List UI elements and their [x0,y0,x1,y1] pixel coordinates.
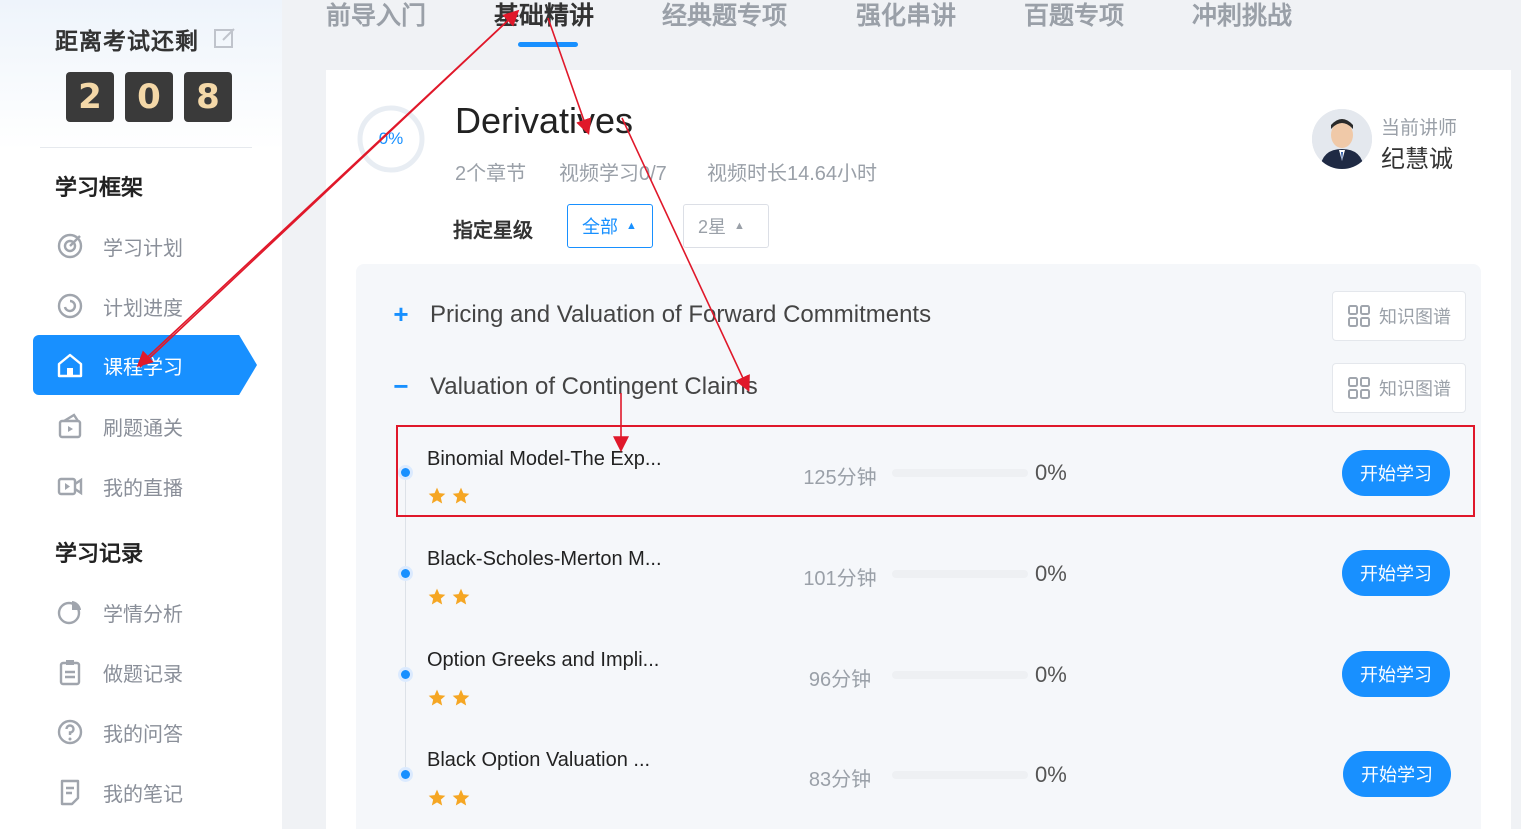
caret-up-icon: ▲ [734,220,745,232]
sidebar-item-label: 我的笔记 [103,783,183,806]
lesson-stars [427,587,471,612]
countdown-digit: 0 [125,72,173,122]
video-duration: 视频时长14.64小时 [707,163,878,185]
sidebar-item-live[interactable]: 我的直播 [33,456,257,516]
question-icon [55,717,85,747]
lesson-progress-bar [892,671,1028,679]
section-title-framework: 学习框架 [55,175,144,200]
edit-icon[interactable] [213,26,237,50]
section-title-records: 学习记录 [55,541,144,566]
caret-up-icon: ▲ [626,220,637,232]
home-icon [55,350,85,380]
clipboard-icon [55,657,85,687]
filter-label: 2星 [698,217,727,237]
sidebar-item-study-plan[interactable]: 学习计划 [33,216,257,276]
chapter-title[interactable]: Pricing and Valuation of Forward Commitm… [430,301,931,329]
target-icon [55,231,85,261]
lesson-timeline [405,472,406,777]
grid-icon [1348,305,1370,327]
teacher-avatar [1312,109,1372,169]
lesson-stars [427,788,471,813]
star-icon [451,788,471,813]
grid-icon [1348,377,1370,399]
teacher-label: 当前讲师 [1381,118,1458,139]
sidebar-item-label: 我的问答 [103,723,183,746]
star-icon [427,788,447,813]
sidebar-divider [40,147,252,148]
countdown-digit: 8 [184,72,232,122]
sidebar-item-label: 做题记录 [103,663,183,686]
sidebar-item-analysis[interactable]: 学情分析 [33,582,257,642]
countdown-digit: 2 [66,72,114,122]
knowledge-graph-label: 知识图谱 [1379,379,1451,399]
chapters-count: 2个章节 [455,163,527,185]
countdown-title: 距离考试还剩 [55,28,199,54]
lesson-stars [427,688,471,713]
sidebar-item-qa[interactable]: 我的问答 [33,702,257,762]
sidebar: 距离考试还剩 2 0 8 学习框架 学习计划 计划进度 课程学习 刷题通关 我的… [0,0,282,829]
filter-all[interactable]: 全部 ▲ [567,204,653,248]
lesson-title[interactable]: Black Option Valuation ... [427,749,650,772]
sidebar-item-label: 刷题通关 [103,417,183,440]
expand-icon[interactable]: + [389,299,413,330]
annotation-highlight-box [396,425,1475,517]
lesson-duration: 83分钟 [808,769,872,791]
lesson-duration: 96分钟 [808,669,872,691]
tab-foundation[interactable]: 基础精讲 [494,0,594,32]
sidebar-item-plan-progress[interactable]: 计划进度 [33,276,257,336]
star-icon [451,587,471,612]
tab-hundred-questions[interactable]: 百题专项 [1024,0,1124,32]
practice-icon [55,411,85,441]
sidebar-item-label: 课程学习 [103,356,183,379]
knowledge-graph-label: 知识图谱 [1379,307,1451,327]
lesson-dot [401,670,410,679]
lesson-title[interactable]: Option Greeks and Impli... [427,649,659,672]
sidebar-item-practice[interactable]: 刷题通关 [33,396,257,456]
filter-label: 全部 [582,217,618,237]
active-tab-indicator [518,42,578,47]
video-icon [55,471,85,501]
sidebar-item-label: 学情分析 [103,603,183,626]
tab-intensive-review[interactable]: 强化串讲 [856,0,956,32]
tab-classic-questions[interactable]: 经典题专项 [662,0,787,32]
tab-sprint[interactable]: 冲刺挑战 [1192,0,1292,32]
sidebar-item-label: 计划进度 [103,297,183,320]
countdown-digits: 2 0 8 [66,72,232,122]
lesson-dot [401,770,410,779]
start-learning-button[interactable]: 开始学习 [1343,751,1451,797]
start-learning-button[interactable]: 开始学习 [1342,550,1450,596]
lesson-percent: 0% [1035,762,1067,787]
star-icon [427,587,447,612]
lesson-title[interactable]: Black-Scholes-Merton M... [427,548,662,571]
course-title: Derivatives [455,100,634,141]
progress-circle-icon [55,291,85,321]
chapter-panel [356,264,1481,829]
video-progress: 视频学习0/7 [559,163,667,185]
lesson-progress-bar [892,570,1028,578]
sidebar-item-label: 我的直播 [103,477,183,500]
star-icon [427,688,447,713]
sidebar-item-label: 学习计划 [103,237,183,260]
tab-intro[interactable]: 前导入门 [326,0,426,32]
collapse-icon[interactable]: − [389,371,413,402]
sidebar-item-notes[interactable]: 我的笔记 [33,762,257,822]
notes-icon [55,777,85,807]
filter-2-star[interactable]: 2星 ▲ [683,204,769,248]
start-learning-button[interactable]: 开始学习 [1342,651,1450,697]
star-filter-label: 指定星级 [453,220,533,242]
teacher-name: 纪慧诚 [1381,146,1453,173]
lesson-percent: 0% [1035,561,1067,586]
pie-chart-icon [55,597,85,627]
chapter-title[interactable]: Valuation of Contingent Claims [430,373,758,401]
lesson-percent: 0% [1035,662,1067,687]
knowledge-graph-button[interactable]: 知识图谱 [1332,363,1466,413]
knowledge-graph-button[interactable]: 知识图谱 [1332,291,1466,341]
star-icon [451,688,471,713]
course-progress-text: 0% [378,129,404,148]
sidebar-item-exercise-record[interactable]: 做题记录 [33,642,257,702]
sidebar-item-course-study[interactable]: 课程学习 [33,335,257,395]
lesson-duration: 101分钟 [803,568,877,590]
lesson-dot [401,569,410,578]
lesson-progress-bar [892,771,1028,779]
